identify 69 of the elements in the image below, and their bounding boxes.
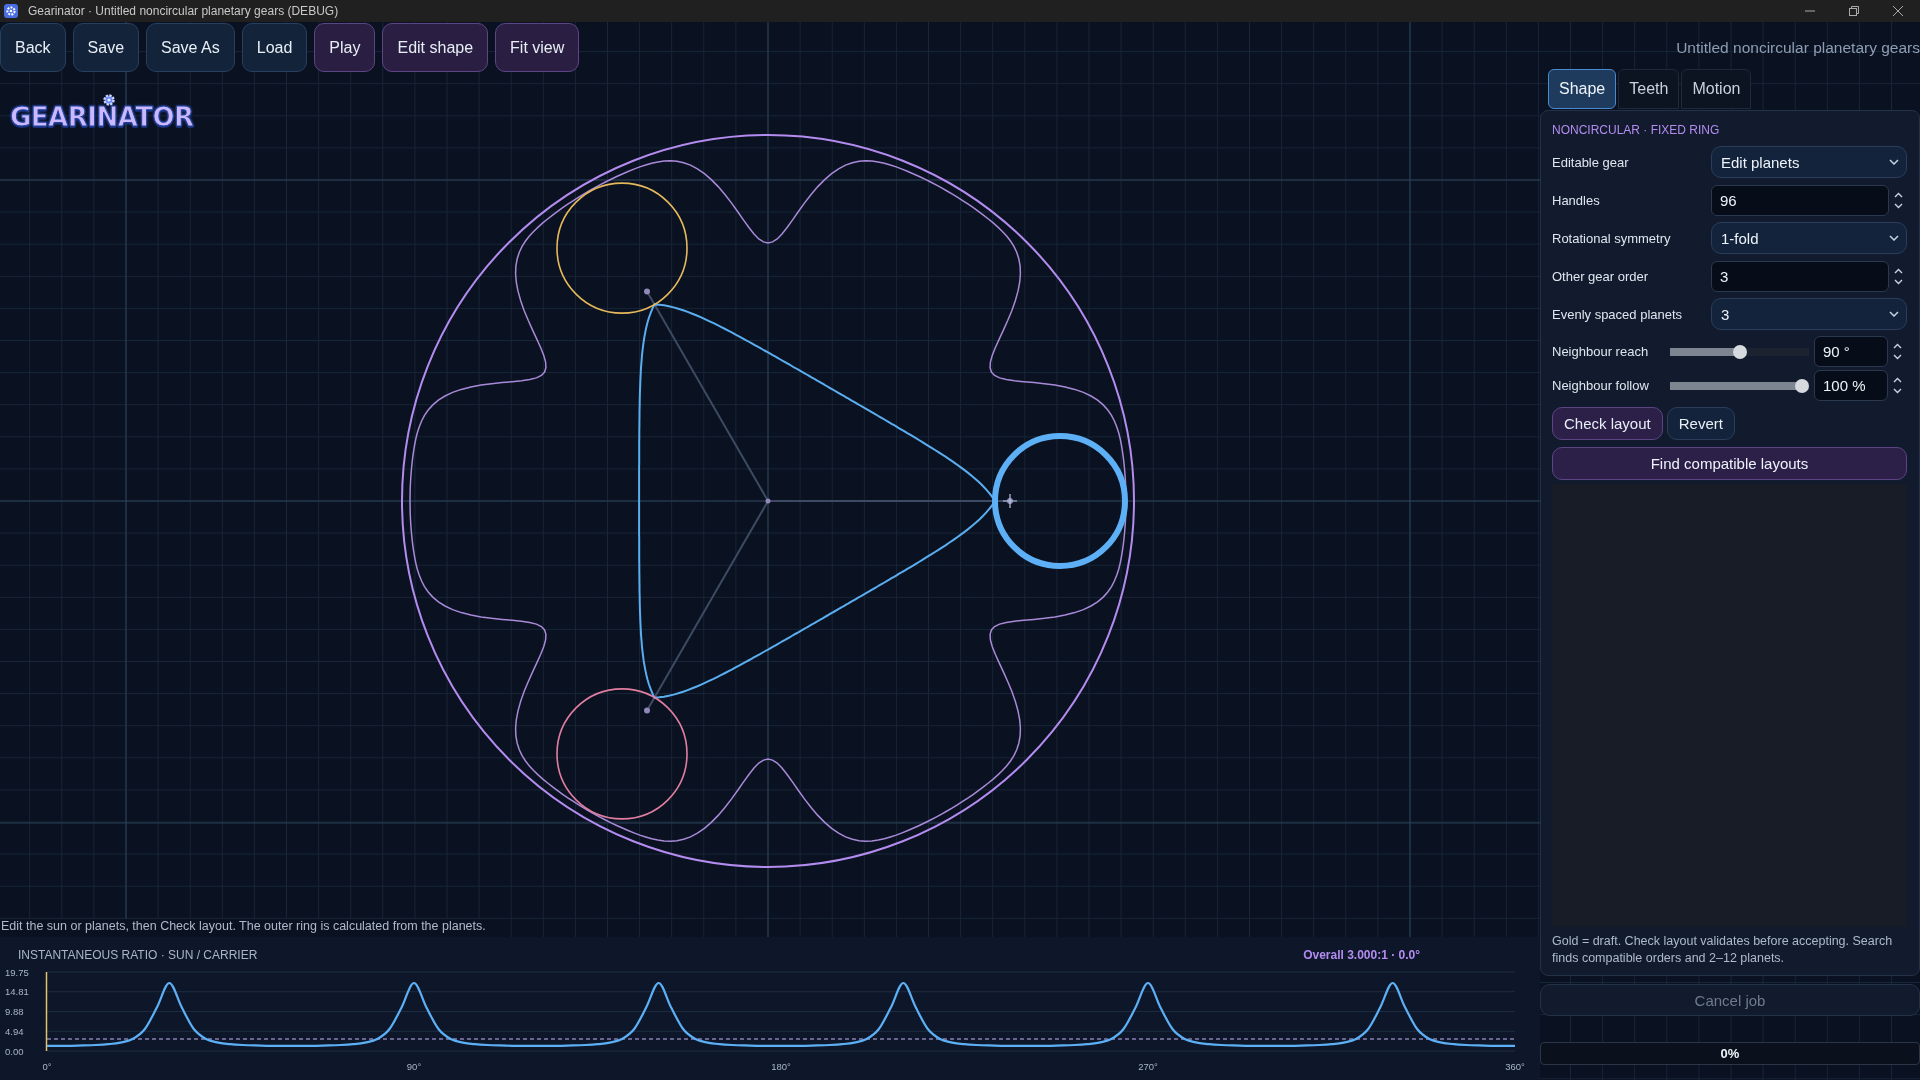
field-label: Handles [1552,192,1601,208]
field-label: Rotational symmetry [1552,230,1672,246]
toolbar-button[interactable]: Back [0,23,66,72]
toolbar-button[interactable]: Load [241,23,308,72]
planet-gear[interactable] [556,182,688,314]
y-tick-label: 0.00 [5,1045,24,1057]
slider-track[interactable] [1670,344,1809,359]
dropdown[interactable]: Edit planets [1711,146,1907,178]
up-caret-icon[interactable] [1892,343,1902,349]
y-tick-label: 19.75 [5,966,29,978]
dropdown[interactable]: 3 [1711,298,1907,330]
panel-button[interactable]: Revert [1666,407,1735,440]
status-message: Edit the sun or planets, then Check layout. The outer ring is calculated from the planets. [0,919,486,937]
down-caret-icon[interactable] [1893,278,1903,285]
number-field[interactable]: 90 ° [1814,336,1888,367]
planet-gear[interactable] [992,433,1128,569]
tab[interactable]: Shape [1548,69,1617,109]
ratio-readout: Overall 3.000:1 · 0.0° [1303,948,1420,962]
help-text: Gold = draft. Check layout validates before accepting. Search finds compatible orders and 2–12 planets. [1552,933,1894,967]
field-label: Evenly spaced planets [1552,306,1684,322]
app-logo: GEARINATOR [10,102,194,132]
slider-track[interactable] [1670,378,1809,393]
up-caret-icon[interactable] [1893,267,1903,274]
down-caret-icon[interactable] [1892,354,1902,360]
x-tick-label: 270° [1138,1061,1158,1072]
field-label: Neighbour reach [1552,344,1650,359]
document-title: Untitled noncircular planetary gears [1675,38,1920,58]
y-tick-label: 9.88 [5,1006,24,1017]
window-title: Gearinator · Untitled noncircular planetary gears (DEBUG) [28,4,339,18]
x-tick-label: 0° [42,1061,52,1072]
x-tick-label: 180° [771,1061,791,1072]
x-tick-label: 360° [1505,1061,1525,1072]
center-pivot-icon [765,498,771,504]
slider-thumb[interactable] [1732,344,1747,359]
number-field[interactable]: 100 % [1814,370,1888,401]
chart-title: INSTANTANEOUS RATIO · SUN / CARRIER [18,948,258,962]
chevron-icon [1889,235,1899,241]
down-caret-icon[interactable] [1892,388,1902,394]
toolbar-button[interactable]: Edit shape [382,23,489,72]
up-caret-icon[interactable] [1892,377,1902,383]
chevron-icon [1889,159,1899,165]
x-tick-label: 90° [406,1061,422,1072]
restore-icon[interactable] [1848,5,1860,17]
find-layouts-button[interactable]: Find compatible layouts [1552,447,1907,480]
number-field[interactable]: 96 [1711,184,1889,216]
tab[interactable]: Teeth [1618,69,1680,109]
section-heading: NONCIRCULAR · FIXED RING [1552,123,1721,139]
app-icon [4,4,18,18]
planet-gear[interactable] [556,688,688,820]
number-field[interactable]: 3 [1711,260,1889,292]
field-label: Neighbour follow [1552,378,1650,393]
y-tick-label: 14.81 [5,986,29,998]
toolbar-button[interactable]: Save [72,23,140,72]
gear-icon [102,93,116,107]
down-caret-icon[interactable] [1893,202,1903,209]
progress-label: 0% [1720,1046,1740,1061]
up-caret-icon[interactable] [1893,191,1903,198]
chevron-icon [1889,311,1899,317]
field-label: Editable gear [1552,154,1630,170]
toolbar-button[interactable]: Play [314,23,376,72]
tab[interactable]: Motion [1681,69,1752,109]
toolbar-button[interactable]: Save As [146,23,235,72]
slider-thumb[interactable] [1795,378,1809,393]
toolbar-button[interactable]: Fit view [495,23,580,72]
close-icon[interactable] [1892,5,1904,17]
dropdown[interactable]: 1-fold [1711,222,1907,254]
field-label: Other gear order [1552,268,1650,284]
y-tick-label: 4.94 [5,1025,24,1037]
panel-button[interactable]: Check layout [1552,407,1663,440]
